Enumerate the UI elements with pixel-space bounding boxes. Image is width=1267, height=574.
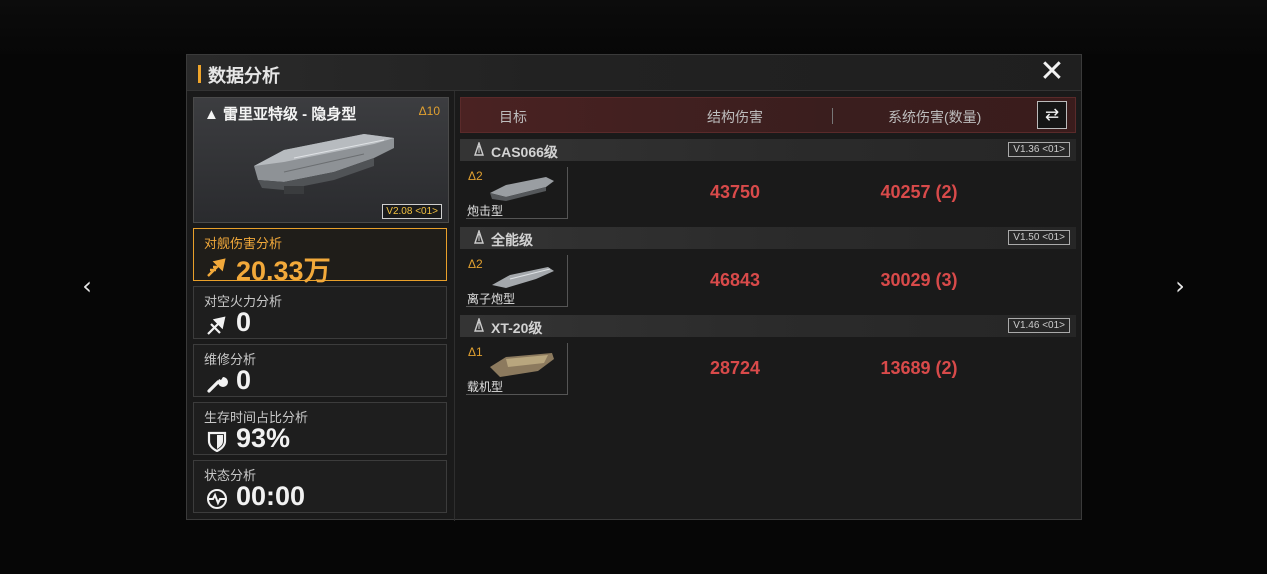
stat-status[interactable]: 状态分析 00:00 [193,460,447,513]
group-name: CAS066级 [491,144,558,160]
structure-damage-value: 43750 [709,182,761,202]
header-separator [832,108,833,124]
background-header [0,0,1267,54]
stat-value: 20.33万 [236,256,331,286]
stat-value: 0 [236,307,252,337]
entry-level: Δ2 [468,169,483,183]
stat-value: 0 [236,365,252,395]
ship-thumbnail [492,267,554,288]
stat-value: 00:00 [236,481,306,511]
ship-thumbnail [490,353,554,377]
column-divider [454,91,455,521]
ship-class-icon [474,142,484,156]
system-damage-value: 30029 (3) [880,270,958,290]
entry-type: 载机型 [467,380,504,394]
group-row[interactable]: CAS066级 V1.36 <01> [460,139,1076,161]
list-item[interactable]: Δ1 载机型 [466,343,568,395]
swap-icon[interactable]: ⇄ [1037,101,1067,129]
title-accent-bar [198,65,201,83]
stat-ship-damage[interactable]: 对舰伤害分析 20.33万 [193,228,447,286]
ship-card: ▲ 雷里亚特级 - 隐身型 Δ10 V2.08 <01> [193,97,449,223]
close-icon[interactable]: ✕ [1037,57,1067,87]
ship-version-badge: V2.08 <01> [382,204,442,219]
stat-value: 93% [236,423,291,453]
shield-icon [207,431,227,452]
ship-thumbnail [490,177,554,201]
structure-damage-value: 46843 [709,270,761,290]
group-version-badge: V1.36 <01> [1008,142,1070,157]
header-system-damage: 系统伤害(数量) [888,109,982,125]
status-pulse-icon [207,489,227,509]
ship-class-icon [474,318,484,332]
dialog-title: 数据分析 [208,66,280,86]
system-damage-value: 40257 (2) [880,182,958,202]
system-damage-value: 13689 (2) [880,358,958,378]
prev-arrow-button[interactable]: ‹ [75,268,99,304]
stat-repair[interactable]: 维修分析 0 [193,344,447,397]
group-row[interactable]: XT-20级 V1.46 <01> [460,315,1076,337]
entry-level: Δ1 [468,345,483,359]
header-target: 目标 [499,109,527,125]
entry-level: Δ2 [468,257,483,271]
entry-type: 炮击型 [467,204,504,218]
entry-type: 离子炮型 [467,292,516,306]
group-version-badge: V1.50 <01> [1008,230,1070,245]
wrench-icon [207,377,228,393]
dialog-header: 数据分析 ✕ [187,55,1081,91]
list-item[interactable]: Δ2 离子炮型 [466,255,568,307]
group-name: 全能级 [491,232,533,248]
group-version-badge: V1.46 <01> [1008,318,1070,333]
structure-damage-value: 28724 [709,358,761,378]
ship-class-icon [474,230,484,244]
next-arrow-button[interactable]: › [1168,268,1192,304]
ship-name: ▲ 雷里亚特级 - 隐身型 [204,106,357,123]
group-row[interactable]: 全能级 V1.50 <01> [460,227,1076,249]
anti-air-icon [207,316,226,335]
group-name: XT-20级 [491,320,543,336]
ship-level: Δ10 [418,104,440,118]
stat-anti-air[interactable]: 对空火力分析 0 [193,286,447,339]
table-header: 目标 结构伤害 系统伤害(数量) ⇄ [460,97,1076,133]
stat-survival[interactable]: 生存时间占比分析 93% [193,402,447,455]
ship-damage-icon [207,258,226,277]
ship-image [254,134,394,194]
header-structure-damage: 结构伤害 [707,109,763,125]
list-item[interactable]: Δ2 炮击型 [466,167,568,219]
data-analysis-dialog: 数据分析 ✕ ▲ 雷里亚特级 - 隐身型 Δ10 V2.08 <01> 对舰伤害… [186,54,1082,521]
